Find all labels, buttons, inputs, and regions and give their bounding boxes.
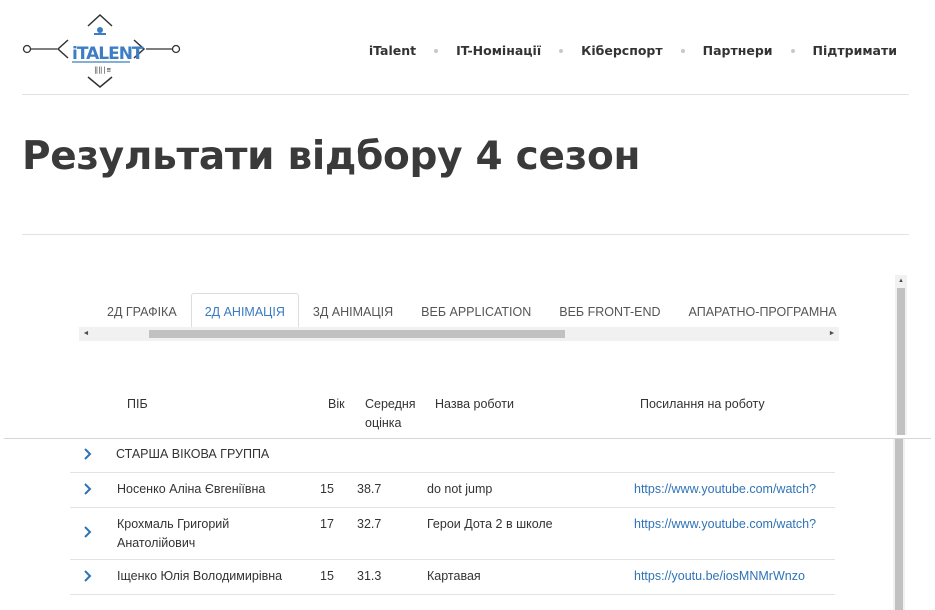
cell-name: Носенко Аліна Євгеніївна [117, 482, 266, 496]
cell-link[interactable]: https://youtu.be/iosMNMrWnzo [634, 567, 805, 586]
cell-work: Герои Дота 2 в школе [427, 517, 553, 531]
cell-age: 15 [320, 569, 334, 583]
table-row[interactable]: Носенко Аліна Євгеніївна 15 38.7 do not … [70, 473, 835, 508]
column-header-link: Посилання на роботу [640, 397, 765, 411]
chevron-right-icon[interactable] [80, 525, 94, 539]
cell-name-line2: Анатолійович [117, 536, 196, 550]
scroll-right-arrow-icon[interactable]: ► [825, 327, 839, 341]
svg-text:‖‖|≡: ‖‖|≡ [94, 66, 111, 74]
scrollbar-thumb[interactable] [149, 330, 565, 338]
chevron-right-icon[interactable] [80, 482, 94, 496]
italent-logo[interactable]: iTALENT ‖‖|≡ [22, 12, 182, 90]
cell-score: 31.3 [357, 569, 382, 583]
cell-name-line1: Крохмаль Григорий [117, 517, 230, 531]
nav-separator [680, 48, 685, 53]
title-divider [22, 234, 909, 235]
vertical-scrollbar[interactable]: ▲ [895, 275, 907, 435]
nav-item-support[interactable]: Підтримати [813, 43, 897, 58]
nav-item-it-nominations[interactable]: IT-Номінації [456, 43, 541, 58]
column-header-score: Середня оцінка [365, 395, 416, 433]
svg-text:iTALENT: iTALENT [72, 44, 144, 64]
cell-link[interactable]: https://www.youtube.com/watch? [634, 480, 816, 499]
table-row[interactable]: Крохмаль Григорий Анатолійович 17 32.7 Г… [70, 508, 835, 560]
nav-separator [790, 48, 795, 53]
cell-work: do not jump [427, 482, 493, 496]
tab-3d-animation[interactable]: 3Д АНІМАЦІЯ [299, 293, 407, 328]
table-row[interactable]: Іщенко Юлія Володимирівна 15 31.3 Картав… [70, 560, 835, 595]
main-nav: iTalent IT-Номінації Кіберспорт Партнери… [369, 43, 897, 58]
cell-age: 17 [320, 517, 334, 531]
header-divider [22, 94, 909, 95]
cell-name: Іщенко Юлія Володимирівна [117, 569, 283, 583]
group-label: СТАРША ВІКОВА ГРУППА [116, 447, 270, 461]
scroll-up-arrow-icon[interactable]: ▲ [895, 275, 907, 287]
cell-score: 32.7 [357, 517, 382, 531]
nav-separator [559, 48, 564, 53]
tabs-horizontal-scrollbar[interactable]: ◄ ► [79, 327, 839, 341]
tab-web-front-end[interactable]: ВЕБ FRONT-END [545, 293, 674, 328]
cell-age: 15 [320, 482, 334, 496]
column-header-age: Вік [328, 397, 345, 411]
chevron-right-icon[interactable] [80, 569, 94, 583]
scrollbar-thumb[interactable] [897, 288, 905, 435]
table-vertical-scrollbar[interactable] [893, 439, 905, 610]
scrollbar-thumb[interactable] [895, 439, 903, 610]
nav-item-partners[interactable]: Партнери [703, 43, 773, 58]
cell-name: Крохмаль Григорий Анатолійович [117, 515, 229, 553]
category-tabs: 2Д ГРАФІКА 2Д АНІМАЦІЯ 3Д АНІМАЦІЯ ВЕБ A… [80, 293, 839, 329]
group-row[interactable]: СТАРША ВІКОВА ГРУППА [70, 439, 835, 473]
tab-web-application[interactable]: ВЕБ APPLICATION [407, 293, 545, 328]
tab-2d-graphics[interactable]: 2Д ГРАФІКА [80, 293, 191, 328]
column-header-score-line2: оцінка [365, 416, 402, 430]
nav-item-esports[interactable]: Кіберспорт [581, 43, 662, 58]
page-title: Результати відбору 4 сезон [22, 134, 641, 179]
tab-hardware-software[interactable]: АПАРАТНО-ПРОГРАМНА РОЗ [675, 293, 839, 328]
nav-separator [434, 48, 439, 53]
chevron-right-icon[interactable] [80, 447, 94, 461]
cell-link[interactable]: https://www.youtube.com/watch? [634, 515, 816, 534]
column-header-name: ПІБ [127, 397, 148, 411]
column-header-score-line1: Середня [365, 397, 416, 411]
column-header-work: Назва роботи [435, 397, 514, 411]
cell-work: Картавая [427, 569, 481, 583]
cell-score: 38.7 [357, 482, 382, 496]
nav-item-italent[interactable]: iTalent [369, 43, 416, 58]
tab-2d-animation[interactable]: 2Д АНІМАЦІЯ [190, 293, 299, 328]
scroll-left-arrow-icon[interactable]: ◄ [79, 327, 93, 341]
